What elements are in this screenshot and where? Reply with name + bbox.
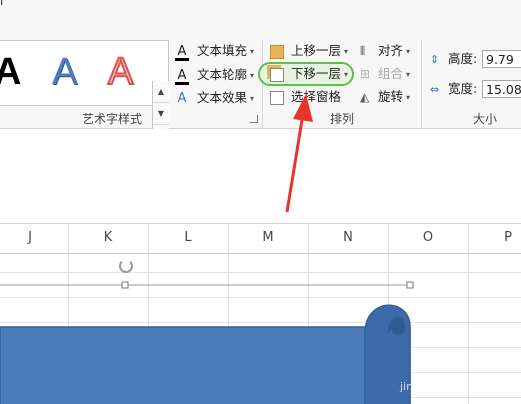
send-backward-button[interactable]: 下移一层 ▾ <box>270 65 348 84</box>
text-effects-button[interactable]: A 文本效果 ▾ <box>175 89 254 108</box>
width-label: 宽度: <box>447 81 478 96</box>
dropdown-caret-icon: ▾ <box>406 92 411 102</box>
gallery-down-arrow-icon[interactable]: ▼ <box>153 103 169 125</box>
text-fill-icon: A <box>175 45 189 61</box>
column-header-l[interactable]: L <box>178 230 198 245</box>
watermark: jingyan.baidu.com <box>400 380 502 393</box>
text-fill-button[interactable]: A 文本填充 ▾ <box>175 42 254 61</box>
dropdown-caret-icon: ▾ <box>344 69 349 79</box>
size-group-label: 大小 <box>473 112 498 126</box>
ribbon: r A A A ▲ ▼ ▾ A 文本填充▾ A 文本轮廓▾ A 文本效果▾ 艺术… <box>0 0 521 145</box>
annotation-arrow-icon <box>285 94 313 213</box>
group-button[interactable]: ⊞ 组合 ▾ <box>360 65 410 84</box>
align-label: 对齐 <box>377 43 403 58</box>
rotate-handle-icon[interactable] <box>119 259 133 273</box>
column-header-row: J K L M N O P <box>0 223 521 254</box>
gallery-up-arrow-icon[interactable]: ▲ <box>153 81 169 103</box>
rotate-label: 旋转 <box>377 89 403 104</box>
dropdown-caret-icon: ▾ <box>250 93 255 103</box>
column-header-k[interactable]: K <box>98 230 118 245</box>
text-outline-button[interactable]: A 文本轮廓 ▾ <box>175 66 254 85</box>
dropdown-caret-icon: ▾ <box>250 46 255 56</box>
text-effects-icon: A <box>177 91 187 106</box>
send-backward-icon <box>270 67 284 82</box>
column-header-m[interactable]: M <box>258 230 278 245</box>
width-control: ⇔ 宽度: <box>430 80 477 99</box>
dialog-launcher-icon[interactable] <box>250 115 258 123</box>
dropdown-caret-icon: ▾ <box>406 69 411 79</box>
wordart-sample-black[interactable]: A <box>0 47 21 97</box>
height-label: 高度: <box>447 51 478 66</box>
group-label: 组合 <box>377 66 403 81</box>
rotate-icon: ◭ <box>360 90 370 104</box>
send-backward-label: 下移一层 <box>290 66 341 81</box>
arrange-group-label: 排列 <box>330 112 355 126</box>
column-header-n[interactable]: N <box>338 230 358 245</box>
resize-handle <box>121 281 129 289</box>
resize-handle <box>406 281 414 289</box>
align-button[interactable]: ⫴ 对齐 ▾ <box>360 42 410 61</box>
dropdown-caret-icon: ▾ <box>250 70 255 80</box>
dropdown-caret-icon: ▾ <box>344 46 349 56</box>
height-control: ⇕ 高度: <box>430 50 477 69</box>
text-effects-label: 文本效果 <box>196 90 247 105</box>
bring-forward-icon <box>270 44 284 59</box>
bring-forward-button[interactable]: 上移一层 ▾ <box>270 42 348 61</box>
column-header-p[interactable]: P <box>498 230 518 245</box>
text-outline-label: 文本轮廓 <box>196 67 247 82</box>
column-header-j[interactable]: J <box>20 230 40 245</box>
wordart-group-label: 艺术字样式 <box>82 112 143 126</box>
group-icon: ⊞ <box>360 67 371 81</box>
wordart-sample-blue[interactable]: A <box>52 47 77 97</box>
bring-forward-label: 上移一层 <box>290 43 341 58</box>
column-header-o[interactable]: O <box>418 230 438 245</box>
scroll-shape-body <box>0 326 411 404</box>
text-outline-icon: A <box>175 69 189 85</box>
title-fragment: r <box>0 0 5 8</box>
dropdown-caret-icon: ▾ <box>406 46 411 56</box>
width-icon: ⇔ <box>430 83 440 96</box>
wordart-sample-red[interactable]: A <box>107 47 134 97</box>
align-icon: ⫴ <box>360 44 366 58</box>
rotate-button[interactable]: ◭ 旋转 ▾ <box>360 88 410 107</box>
height-input[interactable]: 9.79 厘 <box>482 50 521 68</box>
formula-area <box>0 129 521 223</box>
height-icon: ⇕ <box>430 53 440 66</box>
text-fill-label: 文本填充 <box>196 43 247 58</box>
width-input[interactable]: 15.08 厘 <box>482 80 521 98</box>
wordart-gallery[interactable]: A A A ▲ ▼ ▾ <box>0 40 169 145</box>
group-separator <box>421 40 422 128</box>
